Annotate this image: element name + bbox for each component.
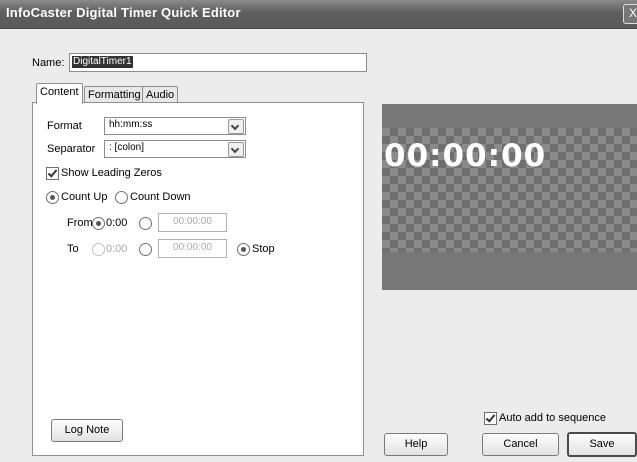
- close-icon[interactable]: X: [623, 4, 637, 24]
- to-preset-radio: [92, 243, 105, 256]
- count-down-label: Count Down: [130, 191, 191, 203]
- separator-label: Separator: [47, 143, 96, 155]
- chevron-down-icon: [228, 119, 244, 134]
- timer-preview: 00:00:00: [382, 104, 637, 290]
- from-time-value: 00:00:00: [173, 216, 212, 227]
- from-preset-label: 0:00: [106, 217, 128, 229]
- window-title: InfoCaster Digital Timer Quick Editor: [6, 5, 241, 20]
- from-preset-radio[interactable]: [92, 217, 105, 230]
- auto-add-label: Auto add to sequence: [499, 412, 607, 424]
- help-button[interactable]: Help: [384, 433, 448, 456]
- show-leading-zeros-checkbox[interactable]: [46, 167, 59, 180]
- auto-add-checkbox[interactable]: [484, 412, 497, 425]
- stop-radio[interactable]: [237, 243, 250, 256]
- from-time-radio[interactable]: [139, 217, 152, 230]
- separator-select[interactable]: : [colon]: [104, 140, 246, 158]
- from-time-input[interactable]: 00:00:00: [158, 213, 227, 232]
- cancel-button[interactable]: Cancel: [482, 433, 559, 456]
- format-select[interactable]: hh:mm:ss: [104, 117, 246, 135]
- to-preset-label: 0:00: [106, 243, 128, 255]
- count-up-radio[interactable]: [46, 191, 59, 204]
- chevron-down-icon: [228, 142, 244, 157]
- to-time-input[interactable]: 00:00:00: [158, 239, 227, 258]
- to-label: To: [67, 243, 79, 255]
- format-value: hh:mm:ss: [109, 119, 153, 130]
- content-panel: Format hh:mm:ss Separator : [colon] Show…: [32, 102, 364, 456]
- show-leading-zeros-label: Show Leading Zeros: [61, 167, 162, 179]
- to-time-value: 00:00:00: [173, 242, 212, 253]
- title-bar: InfoCaster Digital Timer Quick Editor X: [0, 0, 637, 29]
- stop-label: Stop: [252, 243, 275, 255]
- name-label: Name:: [32, 57, 65, 69]
- count-down-radio[interactable]: [115, 191, 128, 204]
- count-up-label: Count Up: [61, 191, 108, 203]
- log-note-button[interactable]: Log Note: [51, 419, 123, 442]
- tab-content[interactable]: Content: [36, 83, 83, 104]
- name-input-value: DigitalTimer1: [72, 56, 133, 68]
- name-input[interactable]: DigitalTimer1: [69, 53, 367, 72]
- save-button[interactable]: Save: [567, 432, 637, 457]
- timer-preview-text: 00:00:00: [384, 138, 547, 174]
- from-label: From: [67, 217, 93, 229]
- to-time-radio[interactable]: [139, 243, 152, 256]
- format-label: Format: [47, 120, 82, 132]
- separator-value: : [colon]: [109, 142, 145, 153]
